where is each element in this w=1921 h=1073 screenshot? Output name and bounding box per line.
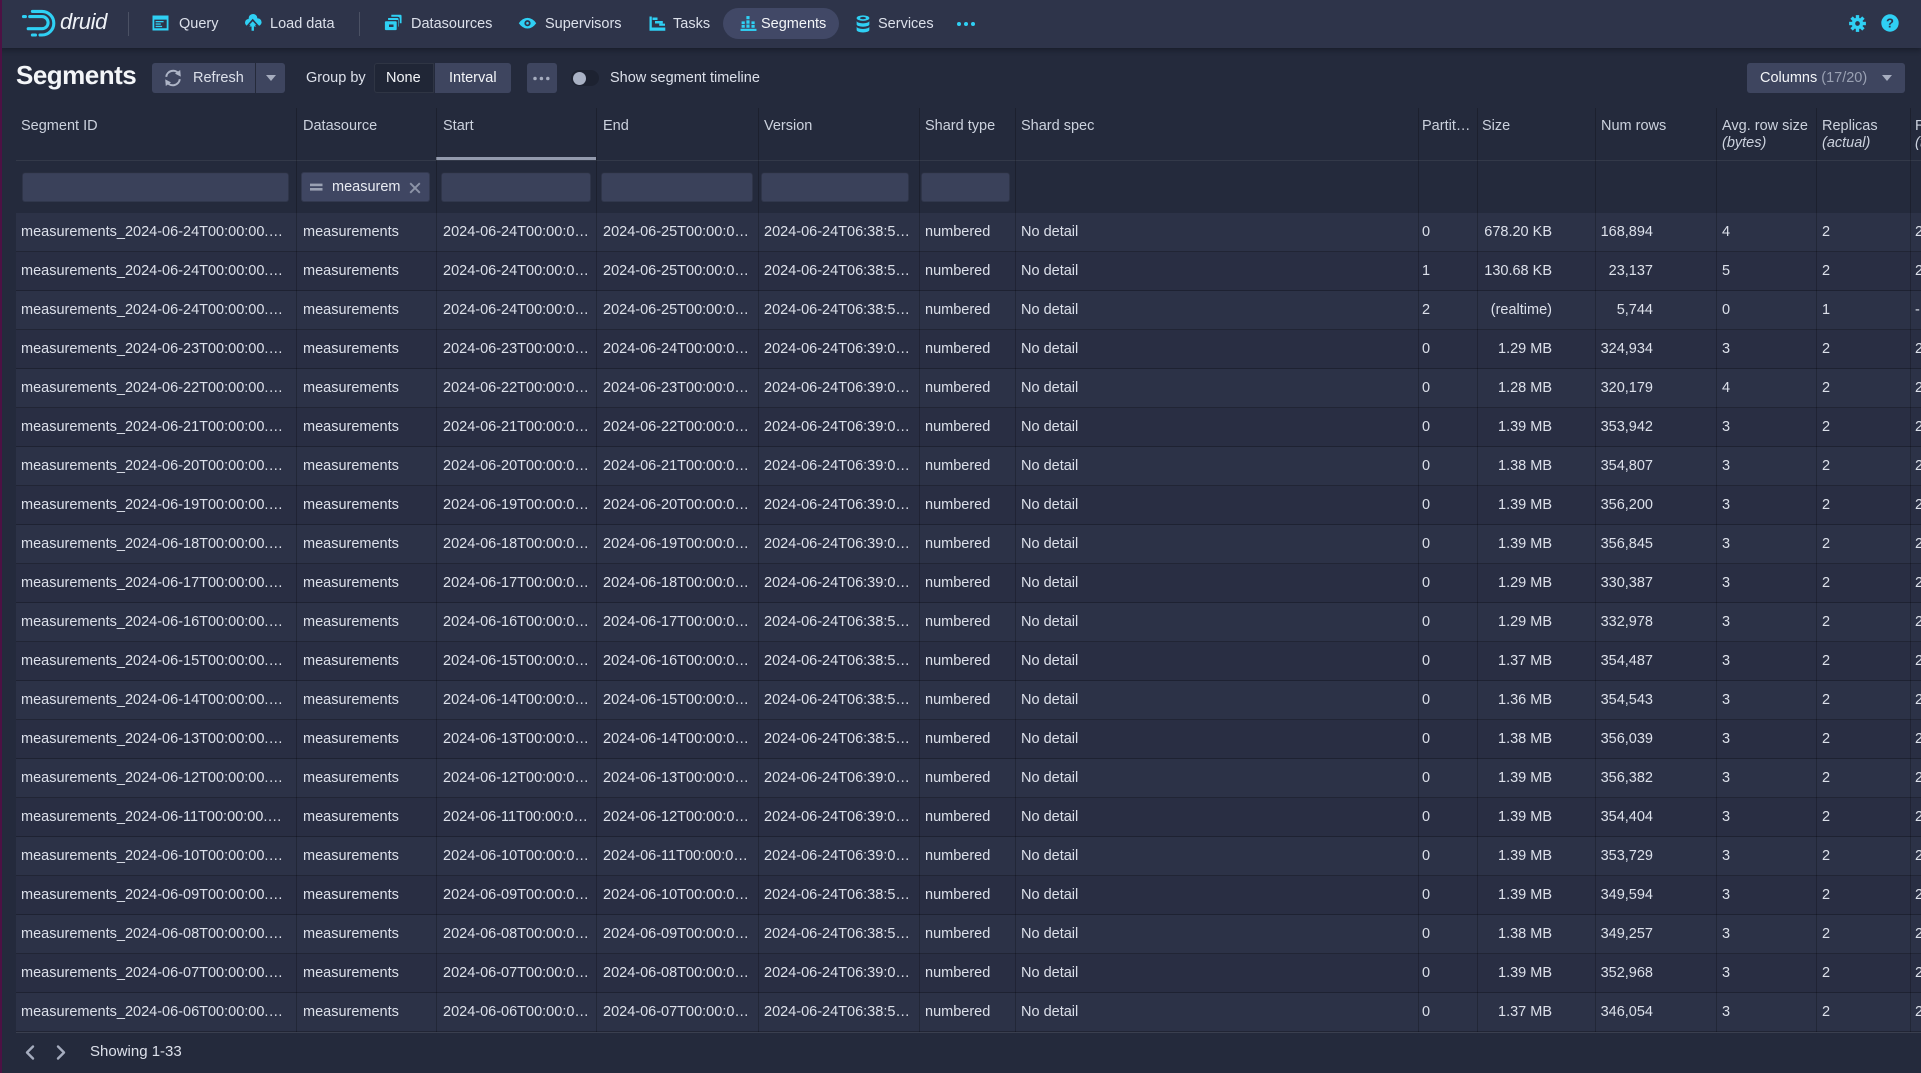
- svg-text:?: ?: [1886, 16, 1894, 31]
